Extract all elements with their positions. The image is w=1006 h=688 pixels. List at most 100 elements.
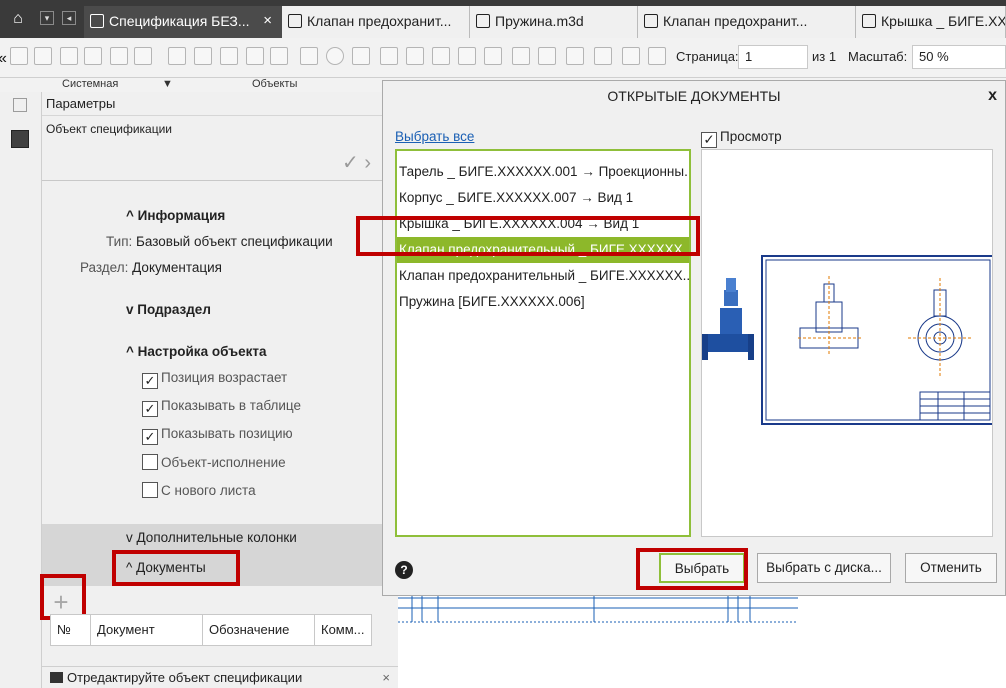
insert-row-icon[interactable] — [220, 47, 238, 65]
section-object-setup[interactable]: ^ Настройка объекта — [126, 344, 266, 359]
move-up-icon[interactable] — [246, 47, 264, 65]
new-document-icon[interactable] — [10, 47, 28, 65]
toolbar-group-system[interactable]: Системная — [62, 78, 118, 90]
save-icon[interactable] — [60, 47, 78, 65]
insert-section-icon[interactable] — [194, 47, 212, 65]
settings-icon[interactable] — [648, 47, 666, 65]
checkbox-label: Позиция возрастает — [161, 370, 288, 385]
section-key: Раздел: — [80, 260, 129, 275]
format-icon[interactable] — [432, 47, 450, 65]
move-down-icon[interactable] — [270, 47, 288, 65]
checkbox-show-position[interactable]: ✓ Показывать позицию — [142, 426, 293, 446]
list-item[interactable]: Клапан предохранительный _ БИГЕ.XXXXXX..… — [397, 263, 689, 289]
drawing-doc-icon — [288, 14, 302, 28]
checkbox-new-sheet[interactable]: С нового листа — [142, 482, 256, 502]
tab-spring-model[interactable]: Пружина.m3d — [470, 6, 638, 38]
checkbox-box[interactable] — [142, 482, 158, 498]
select-button-highlight — [636, 548, 748, 590]
print-icon[interactable] — [110, 47, 128, 65]
lock-icon[interactable] — [594, 47, 612, 65]
properties-icon[interactable] — [538, 47, 556, 65]
column-header-number[interactable]: № — [51, 615, 91, 645]
checkbox-box[interactable]: ✓ — [701, 132, 717, 148]
scroll-left-icon[interactable]: ◂ — [62, 11, 76, 25]
section-information[interactable]: ^ Информация — [126, 208, 225, 223]
sort-icon[interactable] — [352, 47, 370, 65]
close-tab-icon[interactable]: × — [263, 6, 272, 36]
section-extra-columns[interactable]: v Дополнительные колонки — [126, 530, 297, 545]
drawing-doc-icon — [862, 14, 876, 28]
copy-icon[interactable] — [380, 47, 398, 65]
selected-item-highlight — [356, 216, 700, 256]
section-title: Настройка объекта — [137, 344, 267, 359]
checkbox-label: Показывать позицию — [161, 426, 293, 441]
checkbox-box[interactable]: ✓ — [142, 429, 158, 445]
type-value: Базовый объект спецификации — [136, 234, 333, 249]
documents-list: Тарель _ БИГЕ.XXXXXX.001 → Проекционны..… — [395, 149, 691, 537]
cancel-button[interactable]: Отменить — [905, 553, 997, 583]
tab-cover-drawing[interactable]: Крышка _ БИГЕ.ХХХ — [856, 6, 1006, 38]
hint-text: Отредактируйте объект спецификации — [67, 670, 303, 685]
arrange-icon[interactable] — [300, 47, 318, 65]
tab-label: Пружина.m3d — [495, 13, 584, 29]
checkbox-box[interactable] — [142, 454, 158, 470]
specification-grid-lines — [398, 596, 798, 623]
checkbox-label: Просмотр — [720, 129, 782, 144]
close-dialog-icon[interactable]: x — [988, 87, 997, 105]
table-icon[interactable] — [484, 47, 502, 65]
preview-checkbox[interactable]: ✓ Просмотр — [701, 129, 782, 148]
home-icon[interactable]: ⌂ — [8, 9, 28, 29]
tab-valve-drawing[interactable]: Клапан предохранит... — [282, 6, 470, 38]
checkbox-position-ascending[interactable]: ✓ Позиция возрастает — [142, 370, 287, 390]
list-item[interactable]: Пружина [БИГЕ.XXXXXX.006] — [397, 289, 689, 315]
specification-drawing-area[interactable] — [398, 596, 1006, 688]
list-item[interactable]: Корпус _ БИГЕ.XXXXXX.007 → Вид 1 — [397, 185, 689, 211]
insert-object-icon[interactable] — [168, 47, 186, 65]
page-number-input[interactable]: 1 — [738, 45, 808, 69]
layout-icon[interactable] — [566, 47, 584, 65]
close-hint-icon[interactable]: × — [382, 667, 390, 688]
tab-label: Спецификация БЕЗ... — [109, 13, 250, 29]
documents-highlight — [112, 550, 240, 586]
save-all-icon[interactable] — [84, 47, 102, 65]
help-icon[interactable]: ? — [395, 561, 413, 579]
page-count-label: из 1 — [812, 49, 837, 64]
parameters-panel-icon[interactable] — [11, 130, 29, 148]
export-icon[interactable] — [622, 47, 640, 65]
message-icon — [50, 672, 63, 683]
select-from-disk-button[interactable]: Выбрать с диска... — [757, 553, 891, 583]
collapse-panel-glyph[interactable]: « — [0, 50, 7, 68]
dropdown-icon[interactable]: ▾ — [40, 11, 54, 25]
section-subsection[interactable]: v Подраздел — [126, 302, 211, 317]
target-icon[interactable] — [326, 47, 344, 65]
sum-icon[interactable] — [512, 47, 530, 65]
checkbox-show-in-table[interactable]: ✓ Показывать в таблице — [142, 398, 301, 418]
tab-specification[interactable]: Спецификация БЕЗ... × — [84, 6, 282, 38]
documents-table: № Документ Обозначение Комм... — [50, 614, 372, 646]
list-item[interactable]: Тарель _ БИГЕ.XXXXXX.001 → Проекционны..… — [397, 159, 689, 185]
column-header-designation[interactable]: Обозначение — [203, 615, 315, 645]
divider — [42, 180, 398, 181]
chevron-up-icon: ^ — [126, 208, 138, 223]
paste-icon[interactable] — [406, 47, 424, 65]
confirm-icon[interactable]: ✓ › — [342, 150, 371, 175]
open-folder-icon[interactable] — [34, 47, 52, 65]
checkbox-box[interactable]: ✓ — [142, 373, 158, 389]
chevron-down-icon[interactable]: ▼ — [162, 78, 173, 90]
chevron-down-icon: v — [126, 530, 137, 545]
parameters-panel: Параметры Объект спецификации ✓ › ^ Инфо… — [40, 92, 398, 688]
tab-label: Крышка _ БИГЕ.ХХХ — [881, 13, 1006, 29]
checkbox-execution-object[interactable]: Объект-исполнение — [142, 454, 286, 474]
preview-icon[interactable] — [134, 47, 152, 65]
column-header-comment[interactable]: Комм... — [315, 615, 371, 645]
chevron-down-icon: v — [126, 302, 138, 317]
tab-valve-assembly[interactable]: Клапан предохранит... — [638, 6, 856, 38]
checkbox-box[interactable]: ✓ — [142, 401, 158, 417]
type-row: Тип: Базовый объект спецификации — [106, 234, 333, 249]
select-all-link[interactable]: Выбрать все — [395, 129, 474, 144]
grid-icon[interactable] — [458, 47, 476, 65]
scale-input[interactable]: 50 % — [912, 45, 1006, 69]
tree-icon[interactable] — [13, 98, 27, 112]
column-header-document[interactable]: Документ — [91, 615, 203, 645]
toolbar-group-objects[interactable]: Объекты — [252, 78, 297, 90]
